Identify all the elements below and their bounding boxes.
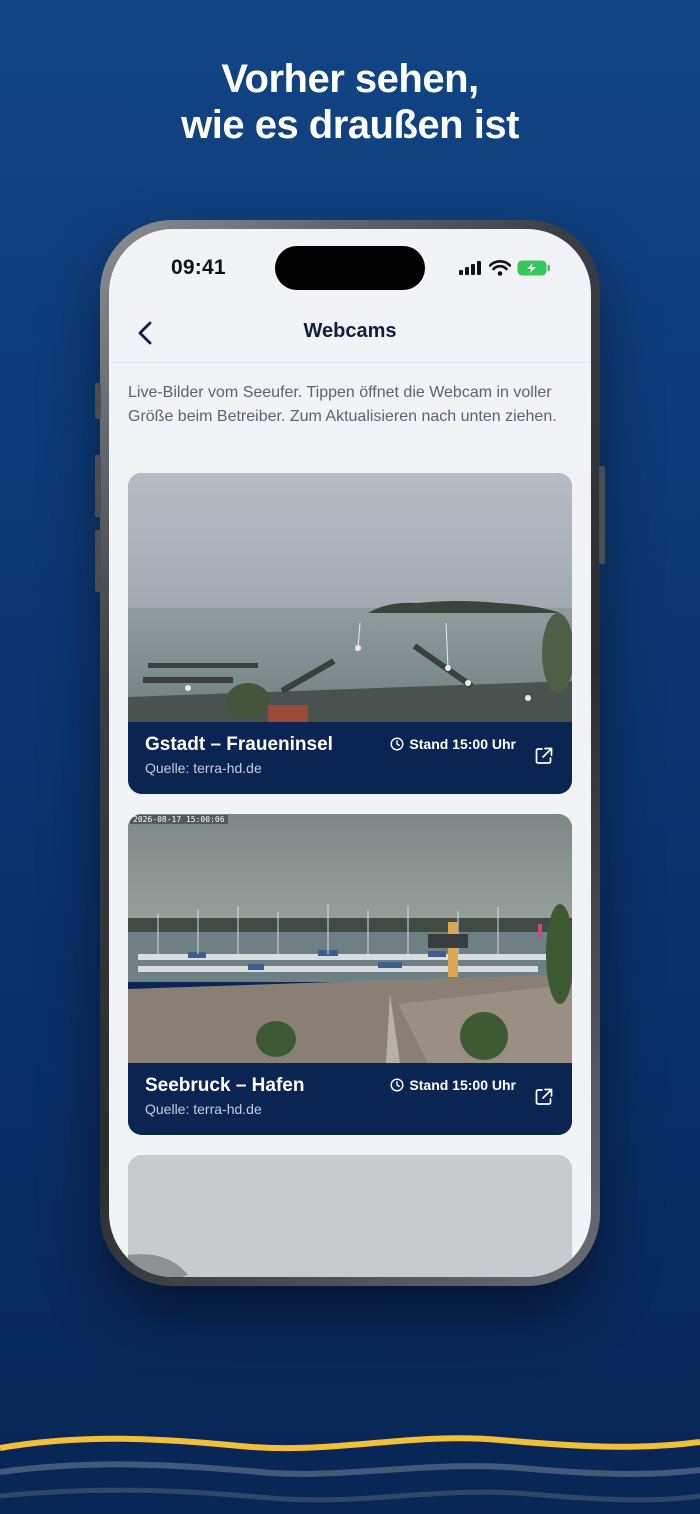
webcam-stand: Stand 15:00 Uhr — [390, 1077, 516, 1093]
clock-icon — [390, 1078, 404, 1092]
webcam-image[interactable]: 2026-08-17 15:00:06 — [128, 814, 572, 1063]
webcam-stand-text: Stand 15:00 Uhr — [409, 1077, 516, 1093]
phone-volume-down-button — [95, 530, 101, 592]
external-link-icon[interactable] — [534, 1087, 554, 1107]
webcam-source: Quelle: terra-hd.de — [145, 760, 262, 776]
cellular-signal-icon — [459, 261, 481, 275]
webcam-source: Quelle: terra-hd.de — [145, 1101, 262, 1117]
webcam-stand: Stand 15:00 Uhr — [390, 736, 516, 752]
external-link-icon[interactable] — [534, 746, 554, 766]
phone-action-button — [95, 383, 101, 419]
navigation-bar: Webcams — [109, 309, 591, 363]
phone-screen: 09:41 Webcams Live-Bilder vom Seeufer. T… — [109, 229, 591, 1277]
decorative-waves — [0, 1435, 700, 1503]
webcam-card-partial[interactable] — [128, 1155, 572, 1277]
phone-volume-up-button — [95, 455, 101, 517]
status-bar: 09:41 — [109, 229, 591, 309]
webcam-footer: Gstadt – Fraueninsel Quelle: terra-hd.de… — [128, 722, 572, 794]
webcam-footer: Seebruck – Hafen Quelle: terra-hd.de Sta… — [128, 1063, 572, 1135]
webcam-stand-text: Stand 15:00 Uhr — [409, 736, 516, 752]
headline-line-2: wie es draußen ist — [181, 103, 519, 147]
dynamic-island — [275, 246, 425, 290]
headline: Vorher sehen, wie es draußen ist — [0, 56, 700, 148]
webcam-image[interactable] — [128, 1155, 572, 1277]
headline-line-1: Vorher sehen, — [221, 57, 479, 101]
webcam-card-gstadt[interactable]: Gstadt – Fraueninsel Quelle: terra-hd.de… — [128, 473, 572, 794]
wifi-icon — [489, 260, 511, 276]
battery-charging-icon — [517, 260, 550, 276]
clock-icon — [390, 737, 404, 751]
page-title: Webcams — [303, 320, 397, 342]
webcam-card-seebruck[interactable]: 2026-08-17 15:00:06 Seebruck – Hafen Que… — [128, 814, 572, 1135]
webcam-image[interactable] — [128, 473, 572, 722]
intro-text: Live-Bilder vom Seeufer. Tippen öffnet d… — [128, 384, 557, 425]
phone-power-button — [599, 466, 605, 564]
status-time: 09:41 — [171, 256, 226, 279]
image-timestamp: 2026-08-17 15:00:06 — [130, 815, 228, 824]
status-icons — [459, 260, 551, 276]
